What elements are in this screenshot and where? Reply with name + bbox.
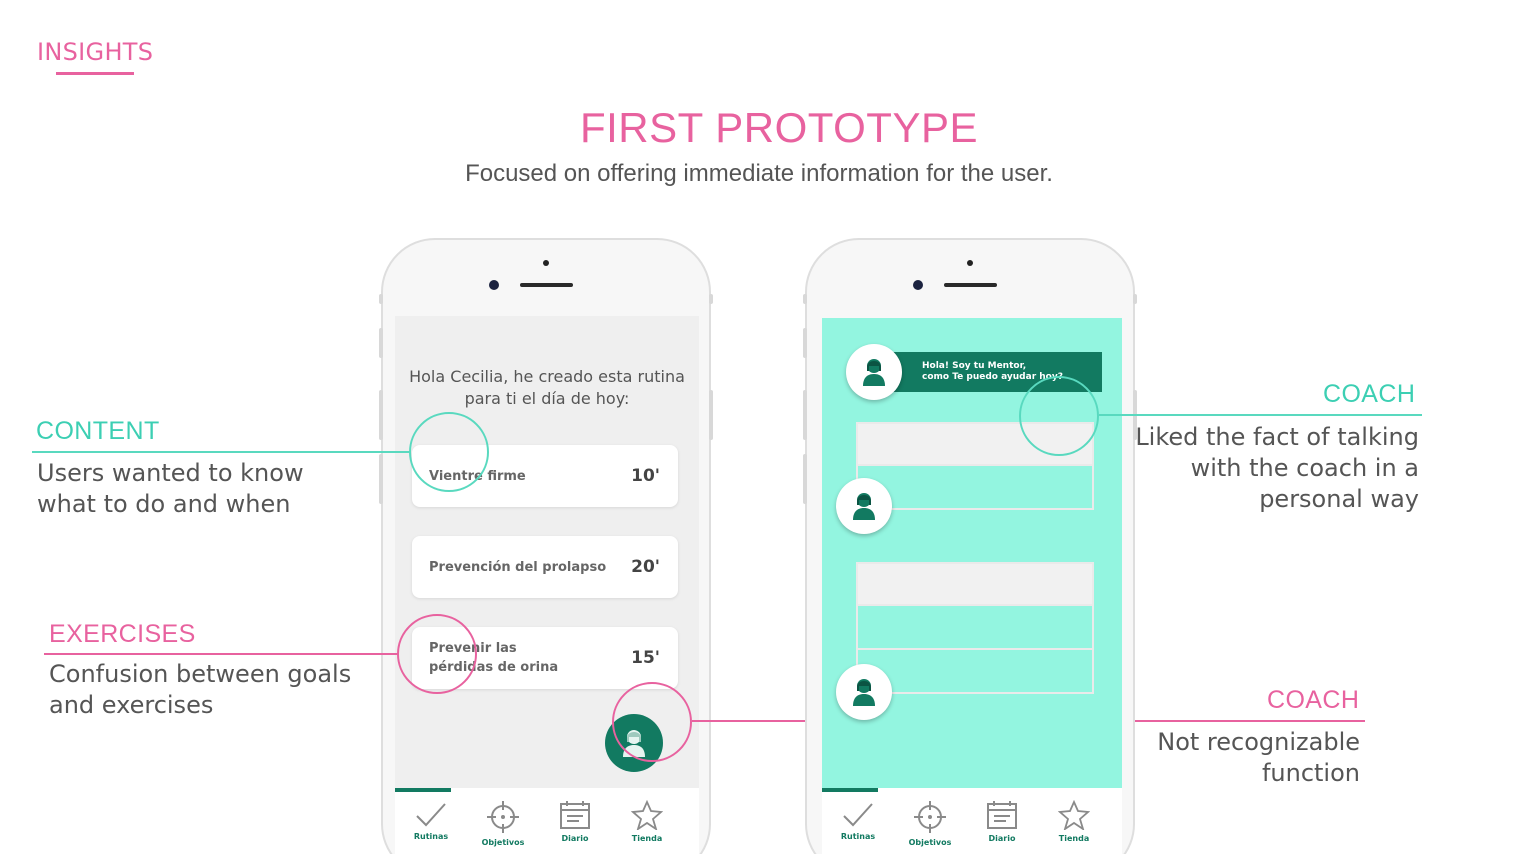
insights-underline [56,72,134,75]
calendar-icon [560,801,590,829]
annotation-coach-note: Liked the fact of talking with the coach… [1135,423,1419,513]
tab-objetivos[interactable]: Objetivos [894,800,966,847]
front-camera [489,280,499,290]
tab-bar: Rutinas Objetivos Diario Tienda [395,788,699,854]
check-icon [416,803,446,827]
annotation-content-label: CONTENT [36,417,160,445]
star-icon [631,800,663,830]
annotation-exercises-ring [397,614,477,694]
tab-bar: Rutinas Objetivos Diario Tienda [822,788,1122,854]
tab-diario[interactable]: Diario [539,800,611,843]
insights-label: INSIGHTS [37,38,154,66]
target-icon [914,801,946,833]
annotation-content-note: Users wanted to know what to do and when [37,459,304,518]
annotation-content-ring [409,412,489,492]
coach-avatar-icon [853,679,875,706]
annotation-content-line [32,451,410,453]
annotation-exercises-line [44,653,398,655]
active-tab-indicator [395,788,451,792]
phone-routines: Hola Cecilia, he creado esta rutina para… [379,238,713,854]
tab-tienda[interactable]: Tienda [1038,800,1110,843]
routine-minutes: 20' [631,557,660,577]
annotation-coach-line [1099,414,1422,416]
page-title: FIRST PROTOTYPE [579,104,978,151]
coach-avatar[interactable] [836,478,892,534]
earpiece-speaker [520,283,573,287]
annotation-coach-bottom-note: Not recognizable function [1157,728,1360,787]
tab-objetivos[interactable]: Objetivos [467,800,539,847]
tab-rutinas[interactable]: Rutinas [822,800,894,841]
coach-avatar-icon [863,359,885,386]
coach-avatar[interactable] [836,664,892,720]
target-icon [487,801,519,833]
routine-minutes: 15' [631,648,660,668]
tab-diario[interactable]: Diario [966,800,1038,843]
annotation-exercises-note: Confusion between goals and exercises [49,660,352,719]
phone-coach: Hola! Soy tu Mentor, como Te puedo ayuda… [803,238,1137,854]
check-icon [843,803,873,827]
calendar-icon [987,801,1017,829]
routines-screen: Hola Cecilia, he creado esta rutina para… [395,316,699,854]
greeting-text: Hola Cecilia, he creado esta rutina para… [409,367,685,408]
tab-rutinas[interactable]: Rutinas [395,800,467,841]
annotation-coach-bottom-label: COACH [1267,686,1360,714]
annotation-coach-label: COACH [1323,380,1416,408]
routine-card[interactable]: Prevención del prolapso 20' [412,536,678,598]
active-tab-indicator [822,788,878,792]
earpiece-speaker [944,283,997,287]
annotation-exercises-label: EXERCISES [49,620,196,648]
chat-message-box [856,562,1094,694]
annotation-coach-bottom-line [1135,720,1365,722]
star-icon [1058,800,1090,830]
front-camera [913,280,923,290]
proximity-sensor [967,260,973,266]
tab-tienda[interactable]: Tienda [611,800,683,843]
routine-name: Prevención del prolapso [429,559,607,575]
routine-minutes: 10' [631,466,660,486]
coach-avatar-icon [853,493,875,520]
annotation-fab-ring [612,682,692,762]
page-subtitle: Focused on offering immediate informatio… [465,160,1053,187]
proximity-sensor [543,260,549,266]
coach-avatar[interactable] [846,344,902,400]
annotation-coach-ring [1019,376,1099,456]
annotation-fab-connector [692,720,805,722]
